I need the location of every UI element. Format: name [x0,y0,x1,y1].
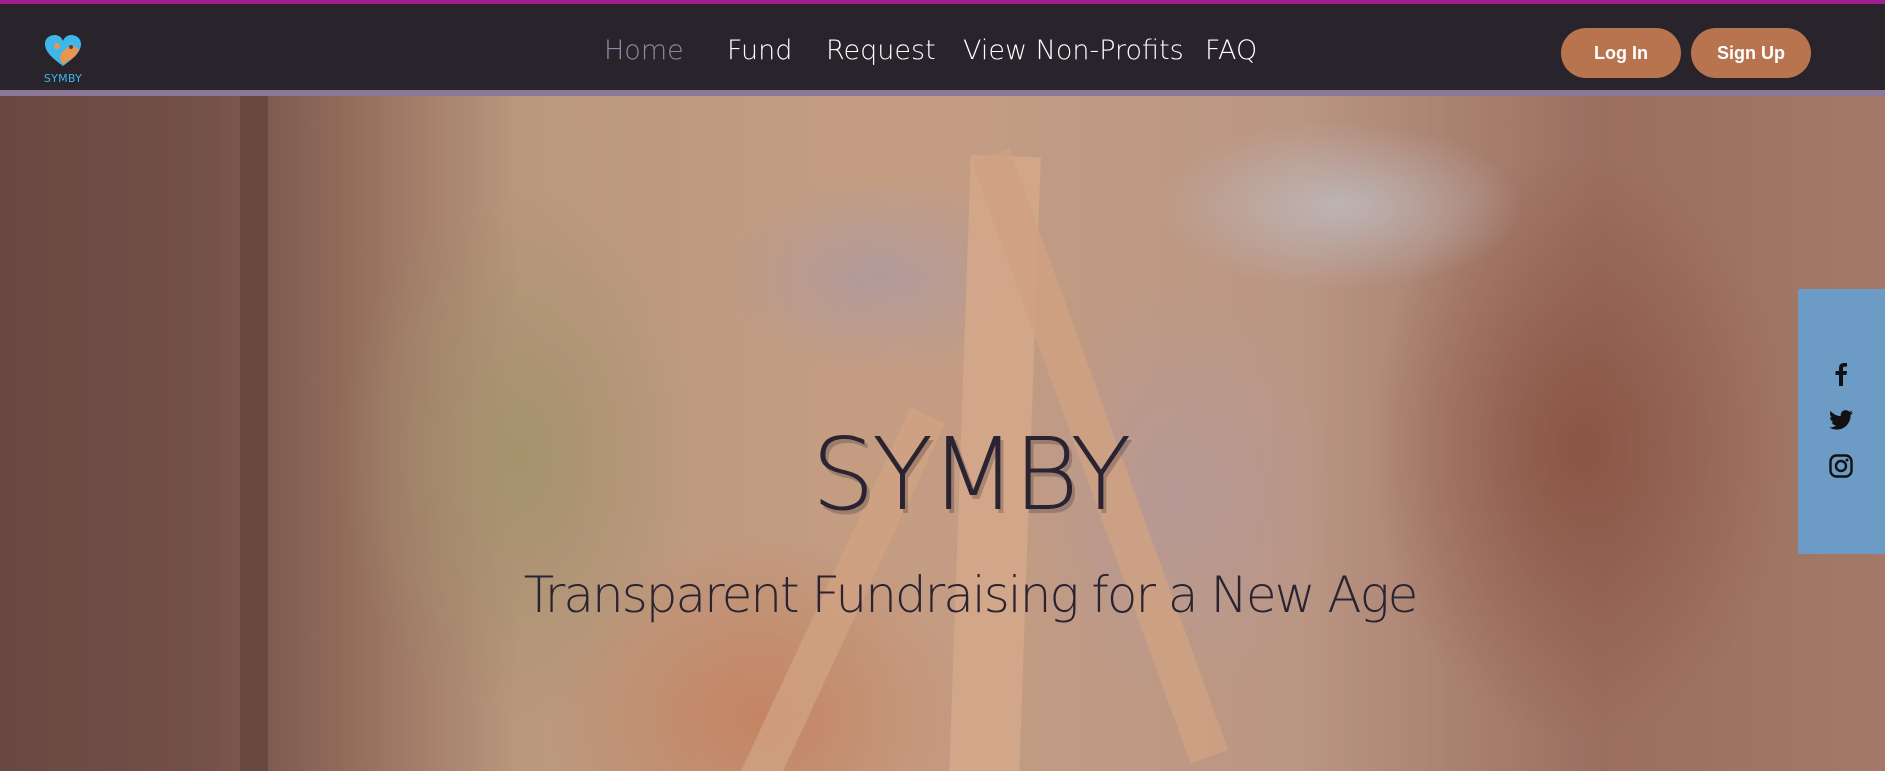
nav-item-request[interactable]: Request [826,34,936,68]
hero-subtitle: Transparent Fundraising for a New Age [523,566,1419,624]
facebook-icon[interactable] [1828,361,1854,387]
instagram-icon[interactable] [1828,453,1854,479]
logo[interactable]: SYMBY [40,34,86,90]
nav-item-fund[interactable]: Fund [727,34,792,68]
hero-section: SYMBY Transparent Fundraising for a New … [0,96,1885,771]
site-header: SYMBY Home Fund Request View Non-Profits… [0,4,1885,90]
social-bar [1798,289,1885,554]
nav-item-home[interactable]: Home [604,34,684,68]
nav-item-view-non-profits[interactable]: View Non-Profits [963,34,1184,68]
nav-item-faq[interactable]: FAQ [1205,34,1257,68]
heart-logo-icon [45,35,81,66]
logo-text: SYMBY [43,72,83,85]
signup-button[interactable]: Sign Up [1691,28,1811,78]
hero-title: SYMBY [811,416,1132,533]
login-button[interactable]: Log In [1561,28,1681,78]
twitter-icon[interactable] [1828,407,1854,433]
